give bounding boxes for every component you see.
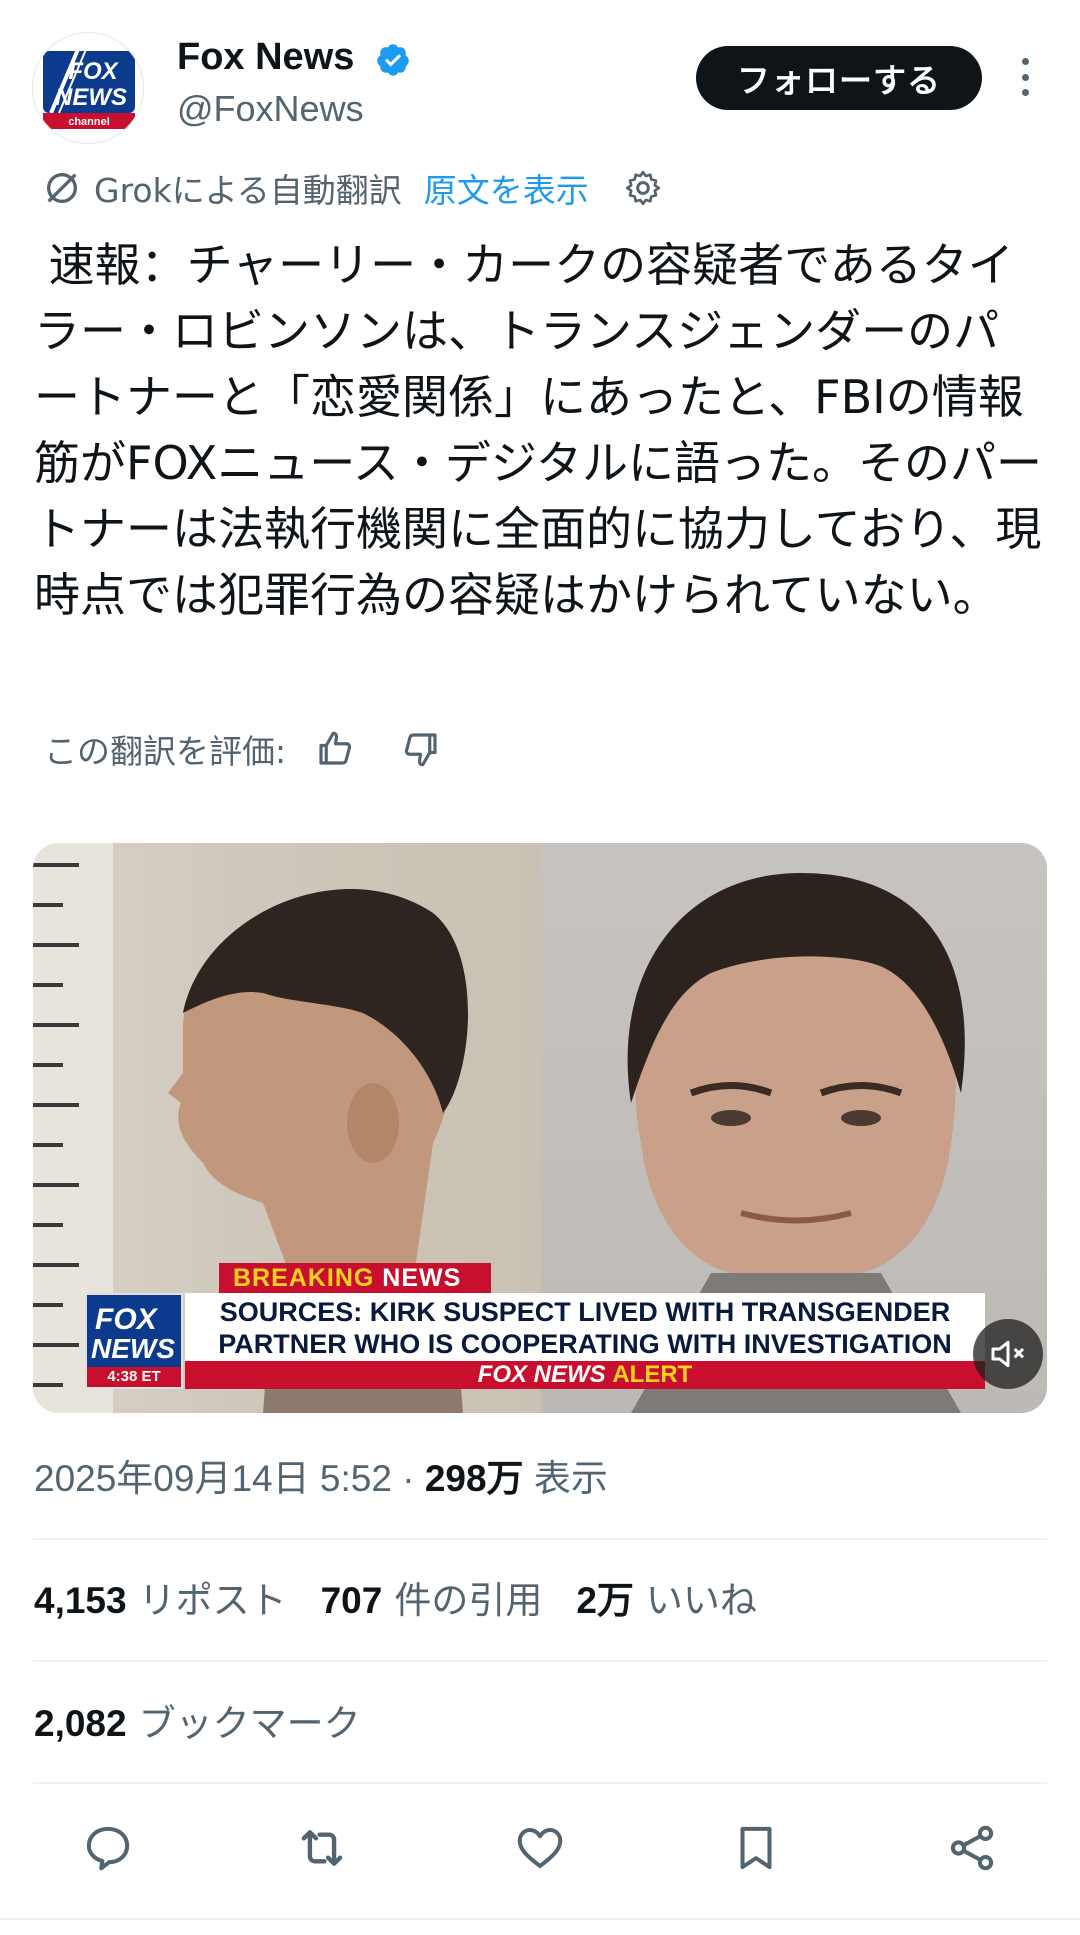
news-chyron: BREAKING NEWS FOX NEWS 4:38 ET SOURCES: … <box>85 1263 1025 1389</box>
show-original-link[interactable]: 原文を表示 <box>424 164 589 212</box>
like-icon[interactable] <box>510 1818 570 1878</box>
news-label: NEWS <box>374 1264 462 1292</box>
svg-text:channel: channel <box>68 116 110 128</box>
chyron-headline-line1: SOURCES: KIRK SUSPECT LIVED WITH TRANSGE… <box>219 1297 951 1327</box>
chyron-headline-line2: PARTNER WHO IS COOPERATING WITH INVESTIG… <box>218 1329 952 1359</box>
thumbs-up-icon[interactable] <box>314 728 356 770</box>
handle[interactable]: @FoxNews <box>177 88 364 130</box>
engagement-stats: 4,153 リポスト 707 件の引用 2万 いいね <box>34 1570 791 1624</box>
follow-button[interactable]: フォローする <box>696 46 982 110</box>
chyron-time: 4:38 ET <box>87 1367 181 1387</box>
rate-translation: この翻訳を評価: <box>44 726 442 772</box>
more-vertical-icon[interactable] <box>1012 52 1038 102</box>
divider <box>33 1660 1047 1662</box>
likes-stat[interactable]: 2万 いいね <box>576 1570 757 1624</box>
bookmarks-stat[interactable]: 2,082 ブックマーク <box>34 1693 361 1747</box>
reposts-label: リポスト <box>138 1580 287 1621</box>
chyron-logo-news: NEWS <box>91 1333 175 1364</box>
divider <box>33 1782 1047 1784</box>
reposts-stat[interactable]: 4,153 リポスト <box>34 1570 287 1624</box>
tweet-text: 速報：チャーリー・カークの容疑者であるタイラー・ロビンソンは、トランスジェンダー… <box>34 238 1043 622</box>
chyron-headline: SOURCES: KIRK SUSPECT LIVED WITH TRANSGE… <box>185 1293 985 1361</box>
bottom-divider <box>0 1918 1080 1920</box>
translation-bar: Grokによる自動翻訳 原文を表示 <box>42 166 663 210</box>
bookmark-icon[interactable] <box>726 1818 786 1878</box>
quotes-stat[interactable]: 707 件の引用 <box>321 1570 543 1624</box>
meta-separator: · <box>391 1458 425 1499</box>
grok-icon <box>47 173 77 203</box>
views-count: 298万 <box>424 1458 524 1499</box>
breaking-news-tag: BREAKING NEWS <box>219 1263 491 1293</box>
rate-translation-label: この翻訳を評価: <box>44 732 287 771</box>
display-name[interactable]: Fox News <box>177 36 354 79</box>
gear-icon[interactable] <box>623 168 663 208</box>
chyron-logo-fox: FOX <box>95 1303 157 1336</box>
divider <box>33 1538 1047 1540</box>
speaker-muted-icon <box>991 1340 1025 1368</box>
fox-news-chyron-logo: FOX NEWS 4:38 ET <box>85 1293 183 1389</box>
share-icon[interactable] <box>942 1818 1002 1878</box>
fox-news-alert-bar: FOX NEWS ALERT <box>185 1361 985 1389</box>
fox-news-logo: FOX NEWS channel <box>33 33 143 143</box>
reply-icon[interactable] <box>78 1818 138 1878</box>
likes-count: 2万 <box>576 1580 634 1621</box>
tweet-meta: 2025年09月14日 5:52 · 298万 表示 <box>34 1448 608 1502</box>
views-label: 表示 <box>533 1458 608 1499</box>
retweet-icon[interactable] <box>292 1818 352 1878</box>
verified-badge-icon <box>377 44 409 76</box>
bookmarks-count: 2,082 <box>34 1703 127 1744</box>
avatar[interactable]: FOX NEWS channel <box>32 32 144 144</box>
quotes-label: 件の引用 <box>394 1580 543 1621</box>
tweet-header: FOX NEWS channel Fox News @FoxNews フォローす… <box>0 0 1080 160</box>
alert-brand: FOX NEWS <box>477 1361 613 1388</box>
quotes-count: 707 <box>320 1580 383 1621</box>
action-bar <box>0 1812 1080 1892</box>
svg-text:NEWS: NEWS <box>55 84 127 111</box>
reposts-count: 4,153 <box>34 1580 127 1621</box>
grok-translation-label: Grokによる自動翻訳 <box>94 171 402 210</box>
mute-icon[interactable] <box>973 1319 1043 1389</box>
svg-text:FOX: FOX <box>68 58 119 85</box>
thumbs-down-icon[interactable] <box>400 728 442 770</box>
media-video[interactable]: BREAKING NEWS FOX NEWS 4:38 ET SOURCES: … <box>33 843 1047 1413</box>
tweet-datetime[interactable]: 2025年09月14日 5:52 <box>34 1458 392 1499</box>
breaking-label: BREAKING <box>233 1264 375 1292</box>
likes-label: いいね <box>645 1580 757 1621</box>
bookmarks-label: ブックマーク <box>138 1703 361 1744</box>
alert-label: ALERT <box>612 1361 693 1388</box>
